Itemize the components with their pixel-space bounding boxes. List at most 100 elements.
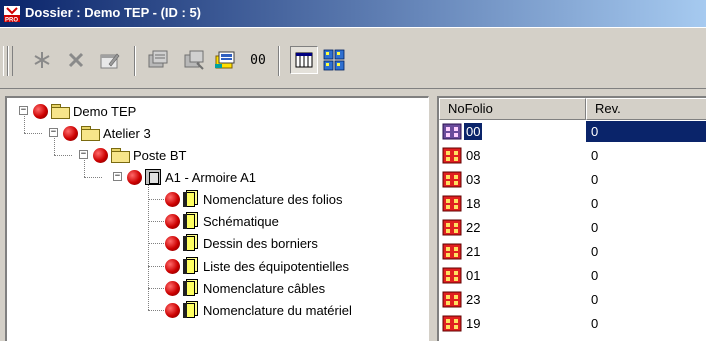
tree-node-nomenclature-materiel[interactable]: Nomenclature du matériel — [165, 299, 352, 321]
window-title: Dossier : Demo TEP - (ID : 5) — [25, 5, 202, 20]
column-header-nofolio[interactable]: NoFolio — [439, 98, 586, 120]
collapse-toggle[interactable]: − — [79, 150, 88, 159]
folio-number: 21 — [466, 244, 481, 259]
tree-node-label: A1 - Armoire A1 — [165, 169, 257, 185]
cell-nofolio: 03 — [439, 169, 586, 190]
folio-icon — [442, 315, 462, 332]
folio-number: 01 — [466, 268, 481, 283]
tree-node-atelier-3[interactable]: Atelier 3 — [63, 122, 151, 144]
collapse-toggle[interactable]: − — [19, 106, 28, 115]
column-header-rev[interactable]: Rev. — [586, 98, 706, 120]
folio-number: 19 — [466, 316, 481, 331]
collapse-toggle[interactable]: − — [113, 172, 122, 181]
tree-node-demo-tep[interactable]: Demo TEP — [33, 100, 136, 122]
link-button[interactable]: 00 — [244, 46, 272, 74]
tree-connector — [148, 310, 166, 311]
tree-connector — [148, 221, 166, 222]
cell-rev: 0 — [591, 268, 599, 283]
toolbar-separator — [134, 46, 136, 76]
edit-folio-icon — [215, 51, 235, 69]
cell-nofolio: 19 — [439, 313, 586, 334]
folio-number: 23 — [466, 292, 481, 307]
cell-nofolio: 18 — [439, 193, 586, 214]
tree-node-nomenclature-cables[interactable]: Nomenclature câbles — [165, 277, 325, 299]
folder-icon — [111, 148, 130, 163]
folio-number: 18 — [466, 196, 481, 211]
folio-number: 03 — [466, 172, 481, 187]
grid-view-button[interactable] — [320, 46, 348, 74]
table-row[interactable]: 00 0 — [439, 121, 706, 142]
tree-connector — [54, 155, 72, 156]
status-ball-icon — [165, 280, 180, 296]
folio-icon — [442, 219, 462, 236]
paste-folio-button[interactable] — [180, 46, 208, 74]
status-ball-icon — [33, 103, 48, 119]
book-icon — [183, 279, 199, 297]
tree-connector — [24, 133, 42, 134]
paste-folio-icon — [184, 50, 204, 70]
toolbar-grip[interactable] — [8, 46, 13, 76]
table-row[interactable]: 08 0 — [439, 145, 706, 166]
table-row[interactable]: 01 0 — [439, 265, 706, 286]
folder-icon — [51, 104, 70, 119]
status-ball-icon — [63, 125, 78, 141]
copy-folio-button[interactable] — [144, 46, 172, 74]
tree-node-liste-equipotentielles[interactable]: Liste des équipotentielles — [165, 255, 349, 277]
cabinet-icon — [145, 169, 161, 185]
tree-node-armoire-a1[interactable]: A1 - Armoire A1 — [127, 166, 256, 188]
book-icon — [183, 212, 199, 230]
book-icon — [183, 234, 199, 252]
cell-rev: 0 — [591, 244, 599, 259]
folio-icon — [442, 195, 462, 212]
table-row[interactable]: 22 0 — [439, 217, 706, 238]
list-header: NoFolio Rev. — [439, 98, 706, 120]
new-icon — [34, 52, 50, 68]
properties-icon — [100, 53, 120, 69]
cell-rev: 0 — [591, 220, 599, 235]
edit-folio-button[interactable] — [212, 46, 240, 74]
cell-rev: 0 — [591, 148, 599, 163]
tree-connector — [148, 199, 166, 200]
properties-button[interactable] — [96, 46, 124, 74]
folio-list[interactable]: NoFolio Rev. 00 0 08 0 03 0 18 0 22 0 21 0 01 0 23 0 19 0 — [437, 96, 706, 341]
tree-node-dessin-borniers[interactable]: Dessin des borniers — [165, 232, 318, 254]
tree-connector — [148, 243, 166, 244]
app-pro-icon: PRO — [4, 6, 20, 22]
table-row[interactable]: 18 0 — [439, 193, 706, 214]
table-row[interactable]: 23 0 — [439, 289, 706, 310]
new-button[interactable] — [28, 46, 56, 74]
book-icon — [183, 257, 199, 275]
tree-node-label: Nomenclature du matériel — [203, 302, 352, 318]
tree-node-poste-bt[interactable]: Poste BT — [93, 144, 186, 166]
tree-node-schematique[interactable]: Schématique — [165, 210, 279, 232]
folder-icon — [81, 126, 100, 141]
tree-connector — [148, 266, 166, 267]
folio-icon — [442, 291, 462, 308]
toolbar-separator — [278, 46, 280, 76]
folio-selected-icon — [442, 123, 462, 140]
project-tree[interactable]: − − − − Demo TEP Atelier 3 Poste BT A1 -… — [5, 96, 429, 341]
tree-node-nomenclature-folios[interactable]: Nomenclature des folios — [165, 188, 342, 210]
folio-icon — [442, 147, 462, 164]
copy-folio-icon — [148, 50, 168, 68]
cell-nofolio: 00 — [439, 121, 586, 142]
title-bar[interactable]: PRO Dossier : Demo TEP - (ID : 5) — [0, 0, 706, 27]
book-icon — [183, 301, 199, 319]
table-row[interactable]: 03 0 — [439, 169, 706, 190]
folio-icon — [442, 267, 462, 284]
delete-button[interactable] — [62, 46, 90, 74]
svg-text:PRO: PRO — [5, 18, 18, 23]
tree-node-label: Demo TEP — [73, 103, 137, 119]
folio-number: 08 — [466, 148, 481, 163]
cell-rev: 0 — [591, 292, 599, 307]
folio-icon — [442, 171, 462, 188]
tree-node-label: Atelier 3 — [103, 125, 151, 141]
grid-view-icon — [323, 49, 345, 71]
list-view-button[interactable] — [290, 46, 318, 74]
tree-node-label: Dessin des borniers — [203, 235, 318, 251]
table-row[interactable]: 19 0 — [439, 313, 706, 334]
collapse-toggle[interactable]: − — [49, 128, 58, 137]
status-ball-icon — [165, 302, 180, 318]
table-row[interactable]: 21 0 — [439, 241, 706, 262]
tree-connector — [84, 177, 102, 178]
